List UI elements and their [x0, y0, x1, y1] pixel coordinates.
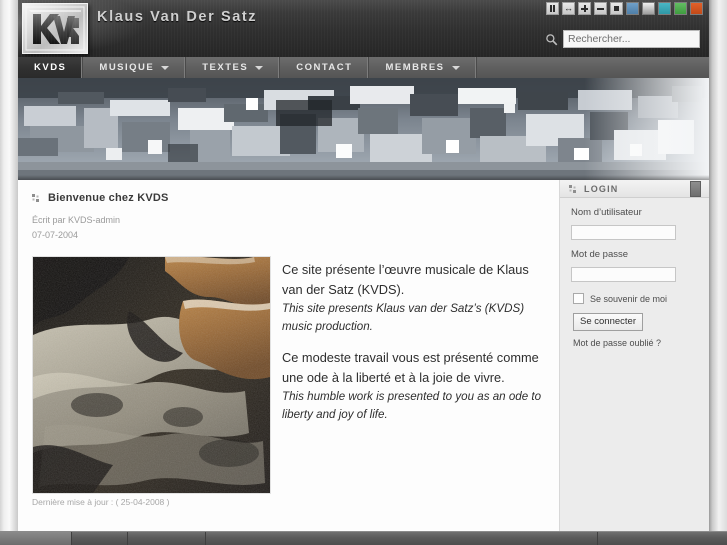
minimize-icon[interactable]: [594, 2, 607, 15]
workspace-orange-icon[interactable]: [690, 2, 703, 15]
workspace-teal-icon[interactable]: [658, 2, 671, 15]
nav-item-membres[interactable]: MEMBRES: [369, 57, 477, 78]
remember-me-label: Se souvenir de moi: [590, 293, 668, 304]
nav-label: MUSIQUE: [99, 62, 155, 73]
chevron-down-icon: [255, 65, 264, 70]
search-area: [545, 30, 700, 48]
taskbar-segment[interactable]: [72, 532, 128, 545]
nav-item-musique[interactable]: MUSIQUE: [83, 57, 187, 78]
article-header: Bienvenue chez KVDS: [32, 192, 545, 204]
nav-label: TEXTES: [202, 62, 249, 73]
password-label: Mot de passe: [571, 249, 629, 260]
main-navigation: KVDS MUSIQUE TEXTES CONTACT MEMBRES: [18, 57, 709, 78]
site-logo[interactable]: [22, 3, 88, 54]
window-controls: [546, 2, 703, 15]
taskbar-segment[interactable]: [128, 532, 206, 545]
scrollbar-thumb[interactable]: [690, 181, 701, 197]
maximize-icon[interactable]: [578, 2, 591, 15]
remember-me-row[interactable]: Se souvenir de moi: [573, 293, 698, 304]
workspace-green-icon[interactable]: [674, 2, 687, 15]
pause-window-icon[interactable]: [546, 2, 559, 15]
login-form: Nom d’utilisateur Mot de passe Se souven…: [560, 198, 709, 348]
site-header: Klaus Van Der Satz: [18, 0, 709, 57]
banner-image: [18, 78, 709, 180]
username-input[interactable]: [571, 225, 676, 240]
bullet-dots-icon: [32, 194, 39, 202]
main-area: Bienvenue chez KVDS Écrit par KVDS-admin…: [18, 180, 709, 531]
article-title: Bienvenue chez KVDS: [48, 192, 169, 204]
workspace-gray-icon[interactable]: [642, 2, 655, 15]
banner-cityscape-graphic: [18, 78, 709, 180]
restore-icon[interactable]: [610, 2, 623, 15]
nav-item-contact[interactable]: CONTACT: [280, 57, 370, 78]
workspace-blue-icon[interactable]: [626, 2, 639, 15]
article-last-update: Dernière mise à jour : ( 25-04-2008 ): [32, 497, 170, 507]
article-paragraph-fr-2: Ce modeste travail vous est présenté com…: [282, 350, 539, 385]
page-title: Klaus Van Der Satz: [97, 9, 258, 25]
article-author: Écrit par KVDS-admin: [32, 215, 121, 225]
bark-texture-graphic: [33, 257, 270, 493]
article-meta: Écrit par KVDS-admin 07-07-2004: [32, 213, 545, 243]
article-paragraph-en-2: This humble work is presented to you as …: [282, 390, 542, 421]
resize-horizontal-icon[interactable]: [562, 2, 575, 15]
nav-item-kvds[interactable]: KVDS: [18, 57, 84, 78]
login-submit-button[interactable]: Se connecter: [573, 313, 643, 331]
taskbar-tray[interactable]: [598, 532, 727, 545]
taskbar-window-button[interactable]: [206, 532, 598, 545]
chevron-down-icon: [161, 65, 170, 70]
sidebar-column: LOGIN Nom d’utilisateur Mot de passe Se …: [560, 180, 709, 531]
search-input[interactable]: [563, 30, 700, 48]
nav-label: KVDS: [34, 62, 67, 73]
article-image: [32, 256, 271, 494]
browser-page: Klaus Van Der Satz ↔ Rechercher... KVDS …: [18, 0, 709, 531]
taskbar-start-segment[interactable]: [0, 532, 72, 545]
username-label: Nom d’utilisateur: [571, 207, 642, 218]
chevron-down-icon: [451, 65, 460, 70]
search-icon: [546, 33, 558, 45]
article-date: 07-07-2004: [32, 230, 79, 240]
article-paragraph-en-1: This site presents Klaus van der Satz’s …: [282, 302, 525, 333]
nav-label: CONTACT: [296, 62, 353, 73]
forgot-password-link[interactable]: Mot de passe oublié ?: [573, 338, 698, 348]
article-paragraph-fr-1: Ce site présente l’œuvre musicale de Kla…: [282, 262, 529, 297]
login-module-title: LOGIN: [584, 183, 619, 194]
nav-item-textes[interactable]: TEXTES: [186, 57, 281, 78]
os-taskbar[interactable]: [0, 531, 727, 545]
kvds-logo-icon: [23, 4, 87, 53]
bullet-dots-icon: [569, 184, 576, 193]
remember-me-checkbox[interactable]: [573, 293, 584, 304]
article-body: Ce site présente l’œuvre musicale de Kla…: [32, 256, 545, 494]
content-column: Bienvenue chez KVDS Écrit par KVDS-admin…: [18, 180, 560, 531]
nav-label: MEMBRES: [385, 62, 445, 73]
password-input[interactable]: [571, 267, 676, 282]
window-border-right: [709, 0, 727, 531]
desktop-root: Klaus Van Der Satz ↔ Rechercher... KVDS …: [0, 0, 727, 545]
article-text: Ce site présente l’œuvre musicale de Kla…: [271, 256, 545, 494]
login-module-header: LOGIN: [560, 180, 709, 198]
